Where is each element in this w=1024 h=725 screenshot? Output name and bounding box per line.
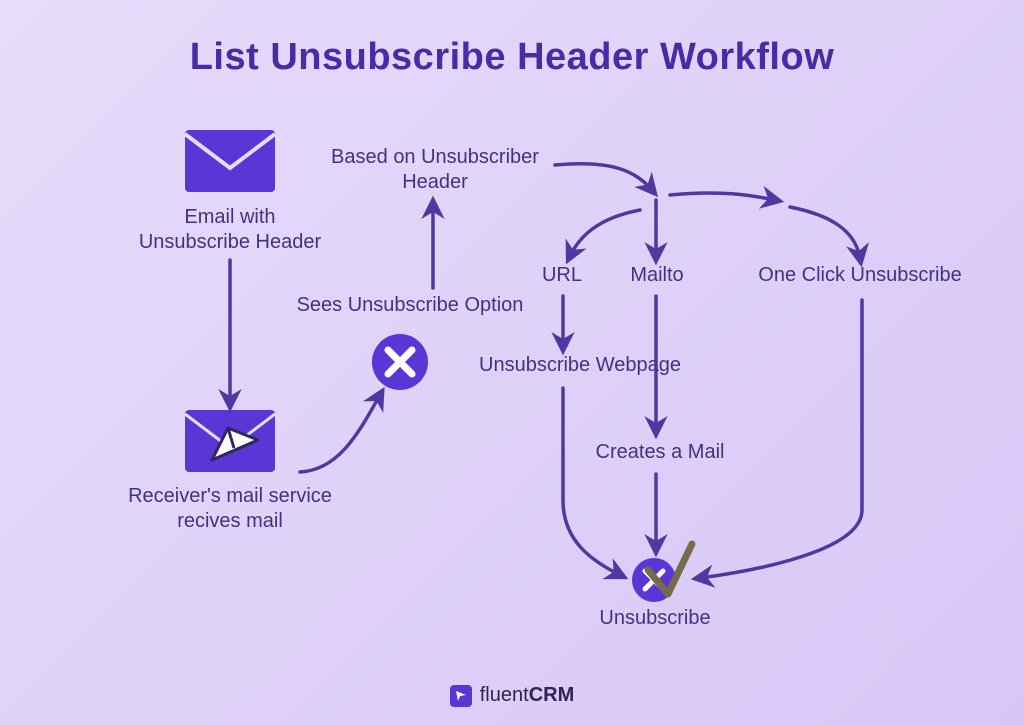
diagram-stage: List Unsubscribe Header Workflow — [0, 0, 1024, 725]
node-sees-option: Sees Unsubscribe Option — [280, 293, 540, 318]
node-email-with-header: Email with Unsubscribe Header — [130, 205, 330, 255]
brand-footer: fluentCRM — [0, 684, 1024, 707]
node-one-click: One Click Unsubscribe — [745, 263, 975, 288]
close-circle-icon — [372, 334, 428, 390]
brand-logo-icon — [450, 685, 472, 707]
node-url: URL — [532, 263, 592, 288]
node-creates-mail: Creates a Mail — [580, 440, 740, 465]
node-unsubscribe: Unsubscribe — [590, 606, 720, 631]
brand-name-bold: CRM — [529, 684, 575, 706]
node-unsub-webpage: Unsubscribe Webpage — [460, 353, 700, 378]
envelope-icon — [185, 130, 275, 192]
brand-name: fluentCRM — [480, 684, 574, 707]
node-receiver-mail: Receiver's mail service recives mail — [120, 484, 340, 534]
brand-name-light: fluent — [480, 684, 529, 706]
node-mailto: Mailto — [622, 263, 692, 288]
node-based-on-header: Based on Unsubscriber Header — [320, 145, 550, 195]
envelope-send-icon — [185, 410, 275, 472]
unsubscribe-result-icon — [632, 544, 692, 602]
